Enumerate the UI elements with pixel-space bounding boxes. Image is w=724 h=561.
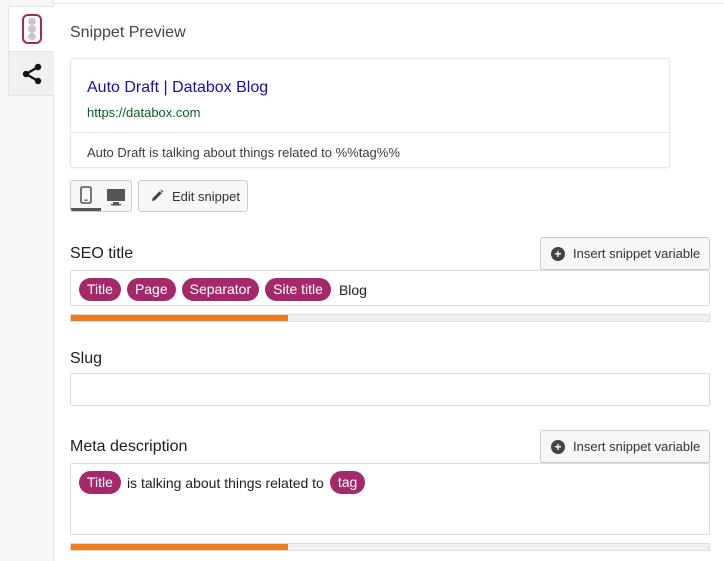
insert-variable-label: Insert snippet variable [573,439,701,454]
meta-description-label: Meta description [70,438,188,455]
metabox-tab-strip [0,0,54,561]
slug-input[interactable] [70,373,710,406]
desktop-icon [107,188,125,205]
preview-description[interactable]: Auto Draft is talking about things relat… [87,145,400,160]
edit-snippet-label: Edit snippet [172,188,240,204]
traffic-light-icon [21,14,42,44]
variable-pill-tag[interactable]: tag [329,471,366,494]
tab-seo-readability[interactable] [8,6,54,52]
plus-circle-icon: + [551,246,565,261]
tab-social[interactable] [8,52,54,96]
panel-title: Snippet Preview [70,24,186,41]
seo-title-label: SEO title [70,245,134,262]
share-icon [22,63,41,84]
mobile-icon [80,185,92,204]
meta-description-content: Title is talking about things related to… [79,471,366,494]
snippet-preview-card[interactable]: Auto Draft | Databox Blog https://databo… [70,58,670,168]
variable-pill-site-title[interactable]: Site title [265,278,331,301]
plus-circle-icon: + [551,439,565,454]
seo-title-progress-fill [71,315,288,321]
meta-description-insert-variable-button[interactable]: + Insert snippet variable [540,430,710,463]
slug-label: Slug [70,350,103,367]
top-divider [54,3,724,4]
meta-description-text: is talking about things related to [126,474,324,491]
edit-snippet-button[interactable]: Edit snippet [138,180,248,212]
preview-divider [71,132,669,133]
seo-title-content: Title Page Separator Site title Blog [79,278,367,301]
variable-pill-page[interactable]: Page [126,278,176,301]
variable-pill-separator[interactable]: Separator [181,278,260,301]
variable-pill-title[interactable]: Title [79,471,121,494]
seo-title-progress-bar [70,314,710,322]
preview-url[interactable]: https://databox.com [87,105,200,120]
preview-mode-switch [70,180,132,212]
seo-title-insert-variable-button[interactable]: + Insert snippet variable [540,237,710,270]
meta-description-progress-bar [70,543,710,551]
variable-pill-title[interactable]: Title [79,278,121,301]
mobile-preview-button[interactable] [71,181,101,211]
desktop-preview-button[interactable] [101,181,131,211]
meta-description-editor[interactable]: Title is talking about things related to… [70,463,710,535]
pencil-icon [152,189,164,201]
meta-description-progress-fill [71,544,288,550]
seo-title-editor[interactable]: Title Page Separator Site title Blog [70,270,710,306]
insert-variable-label: Insert snippet variable [573,246,701,261]
seo-title-text: Blog [338,281,367,298]
preview-title[interactable]: Auto Draft | Databox Blog [87,79,268,97]
